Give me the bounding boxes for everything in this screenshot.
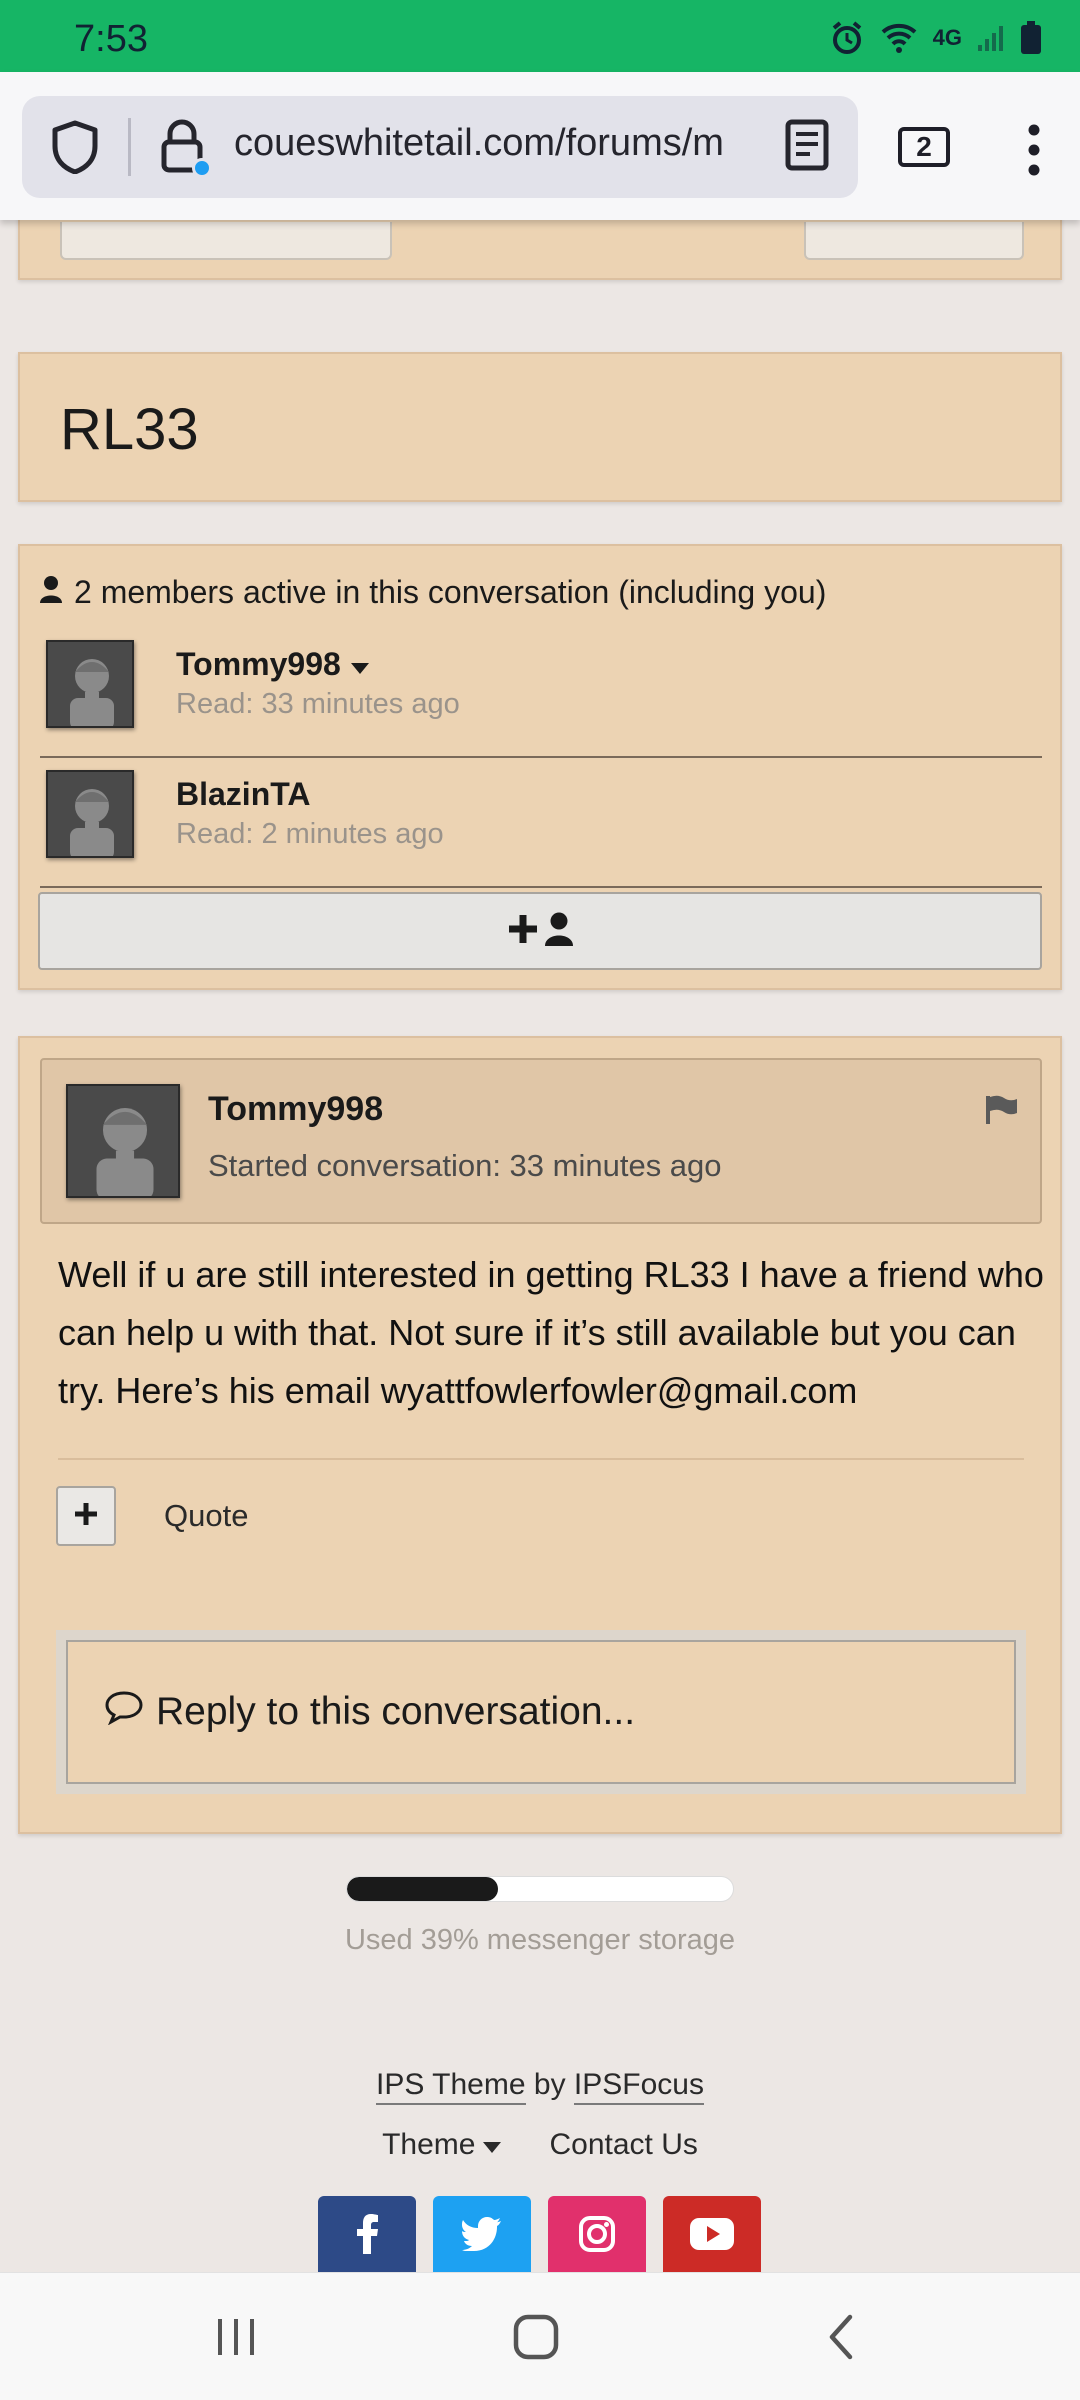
caret-down-icon [483,2128,502,2162]
battery-icon [1020,21,1042,55]
instagram-button[interactable] [548,2196,646,2276]
reply-placeholder[interactable]: Reply to this conversation... [156,1690,635,1734]
browser-menu-icon[interactable] [1024,122,1044,183]
flag-icon[interactable] [984,1094,1018,1129]
back-icon[interactable] [826,2313,856,2366]
home-icon[interactable] [512,2313,560,2366]
add-member-button[interactable] [38,892,1042,970]
conversation-title-panel: RL33 [18,352,1062,502]
member-name[interactable]: BlazinTA [176,776,311,813]
member-read-time: Read: 2 minutes ago [176,818,444,850]
address-bar[interactable]: coueswhitetail.com/forums/m [22,96,858,198]
members-header-text: 2 members active in this conversation (i… [74,574,827,610]
security-status-dot [192,158,212,178]
theme-selector[interactable]: Theme [382,2128,502,2162]
contact-us-link[interactable]: Contact Us [549,2128,697,2162]
theme-credit-link[interactable]: IPS Theme [376,2068,526,2105]
url-text[interactable]: coueswhitetail.com/forums/m [234,122,774,165]
panel-button-right[interactable] [804,222,1024,260]
plus-icon [73,1501,99,1532]
footer-links: Theme Contact Us [0,2128,1080,2162]
member-read-time: Read: 33 minutes ago [176,688,460,720]
youtube-icon [690,2217,734,2255]
member-row: BlazinTA Read: 2 minutes ago [40,758,1042,888]
theme-selector-label[interactable]: Theme [382,2128,475,2162]
status-bar: 7:53 4G [0,0,1080,72]
credit-by-text: by [533,2068,566,2101]
youtube-button[interactable] [663,2196,761,2276]
started-time: Started conversation: 33 minutes ago [208,1148,722,1183]
url-fade [722,110,782,184]
message-divider [58,1458,1024,1460]
caret-down-icon[interactable] [350,646,369,683]
storage-progress-fill [347,1877,498,1901]
reply-box-wrapper: Reply to this conversation... [56,1630,1026,1794]
shield-icon[interactable] [50,120,100,179]
system-nav-bar [0,2272,1080,2400]
footer-credit: IPS Theme by IPSFocus [0,2068,1080,2105]
panel-button-left[interactable] [60,222,392,260]
status-time: 7:53 [74,18,148,60]
quote-link[interactable]: Quote [164,1498,248,1534]
recent-apps-icon[interactable] [214,2315,258,2364]
speech-bubble-icon [104,1689,144,1735]
storage-progress-bar [346,1876,734,1902]
user-icon [545,912,573,951]
reply-input[interactable]: Reply to this conversation... [66,1640,1016,1784]
browser-toolbar: coueswhitetail.com/forums/m 2 [0,72,1080,220]
facebook-button[interactable] [318,2196,416,2276]
avatar[interactable] [46,770,134,858]
message-header: Tommy998 Started conversation: 33 minute… [40,1058,1042,1224]
members-header: 2 members active in this conversation (i… [40,574,826,611]
facebook-icon [355,2213,379,2259]
plus-icon [507,913,539,950]
address-divider [128,118,131,176]
page-title: RL33 [60,397,199,462]
signal-icon [976,23,1006,53]
reader-view-icon[interactable] [784,118,830,177]
author-credit-link[interactable]: IPSFocus [573,2068,704,2105]
message-panel: Tommy998 Started conversation: 33 minute… [18,1036,1062,1834]
instagram-icon [578,2215,616,2258]
tabs-button[interactable]: 2 [898,127,950,167]
multiquote-button[interactable] [56,1486,116,1546]
status-icons: 4G [829,18,1042,58]
twitter-button[interactable] [433,2196,531,2276]
author-name[interactable]: Tommy998 [208,1090,383,1129]
twitter-icon [462,2216,502,2256]
network-type-label: 4G [932,25,962,50]
message-body: Well if u are still interested in gettin… [58,1254,1044,1411]
member-name-text[interactable]: BlazinTA [176,776,311,813]
avatar[interactable] [46,640,134,728]
wifi-icon [879,20,919,56]
member-row: Tommy998 Read: 33 minutes ago [40,628,1042,758]
alarm-icon [829,20,865,56]
member-name-text[interactable]: Tommy998 [176,646,341,683]
user-icon [40,574,62,611]
author-avatar[interactable] [66,1084,180,1198]
member-name[interactable]: Tommy998 [176,646,369,683]
members-panel: 2 members active in this conversation (i… [18,544,1062,990]
storage-label: Used 39% messenger storage [344,1924,736,1956]
